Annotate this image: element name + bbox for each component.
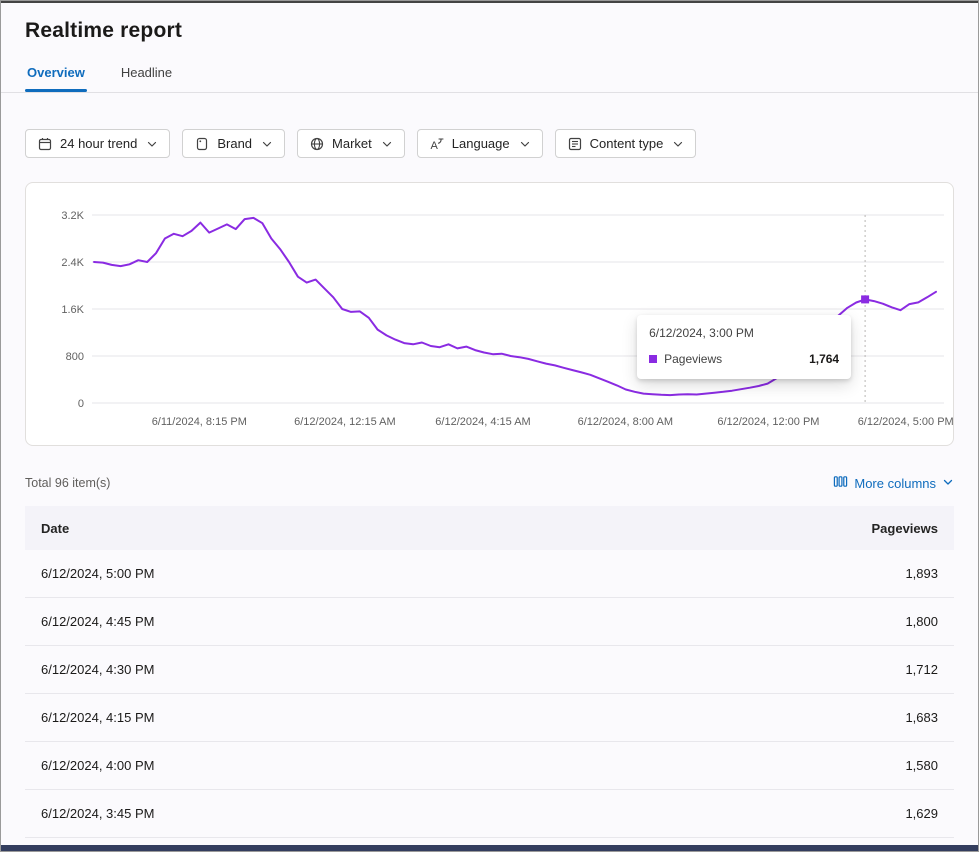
tooltip-timestamp: 6/12/2024, 3:00 PM [649, 326, 839, 340]
tooltip-value: 1,764 [809, 352, 839, 366]
cell-pageviews: 1,683 [905, 710, 938, 725]
chevron-down-icon [261, 138, 273, 150]
cell-date: 6/12/2024, 4:15 PM [41, 710, 154, 725]
chart-tooltip: 6/12/2024, 3:00 PM Pageviews 1,764 [637, 315, 851, 379]
table-row: 6/12/2024, 5:00 PM 1,893 [25, 550, 954, 598]
svg-text:6/11/2024, 8:15 PM: 6/11/2024, 8:15 PM [152, 416, 247, 428]
page-title: Realtime report [25, 3, 954, 43]
svg-text:2.4K: 2.4K [61, 257, 84, 269]
svg-text:6/12/2024, 12:00 PM: 6/12/2024, 12:00 PM [717, 416, 819, 428]
chevron-down-icon [146, 138, 158, 150]
table-row: 6/12/2024, 4:00 PM 1,580 [25, 742, 954, 790]
table-row: 6/12/2024, 4:15 PM 1,683 [25, 694, 954, 742]
svg-text:6/12/2024, 8:00 AM: 6/12/2024, 8:00 AM [578, 416, 673, 428]
filter-24-hour-trend[interactable]: 24 hour trend [25, 129, 170, 158]
filter-market-label: Market [332, 136, 372, 151]
trend-chart-card: 0 800 1.6K 2.4K 3.2K 6/11/2024, 8:15 PM 6/12/2… [25, 182, 954, 446]
filter-brand[interactable]: Brand [182, 129, 285, 158]
cell-date: 6/12/2024, 4:45 PM [41, 614, 154, 629]
cell-pageviews: 1,800 [905, 614, 938, 629]
tab-headline-label: Headline [121, 65, 172, 80]
filter-brand-label: Brand [217, 136, 252, 151]
columns-icon [833, 474, 848, 492]
pageviews-table: Date Pageviews 6/12/2024, 5:00 PM 1,893 … [1, 506, 978, 838]
brand-icon [194, 136, 210, 152]
svg-text:3.2K: 3.2K [61, 210, 84, 222]
column-header-pageviews: Pageviews [872, 521, 939, 536]
tooltip-series-label: Pageviews [664, 352, 722, 366]
series-swatch [649, 355, 657, 363]
filter-content-type-label: Content type [590, 136, 664, 151]
table-row: 6/12/2024, 4:45 PM 1,800 [25, 598, 954, 646]
filter-market[interactable]: Market [297, 129, 405, 158]
svg-text:1.6K: 1.6K [61, 304, 84, 316]
chevron-down-icon [519, 138, 531, 150]
cell-date: 6/12/2024, 4:00 PM [41, 758, 154, 773]
filter-24-hour-trend-label: 24 hour trend [60, 136, 137, 151]
table-header-row: Date Pageviews [25, 506, 954, 550]
more-columns-button[interactable]: More columns [833, 474, 954, 492]
cell-date: 6/12/2024, 3:45 PM [41, 806, 154, 821]
chevron-down-icon [942, 476, 954, 491]
filter-language-label: Language [452, 136, 510, 151]
chevron-down-icon [381, 138, 393, 150]
svg-text:800: 800 [66, 351, 84, 363]
table-row: 6/12/2024, 4:30 PM 1,712 [25, 646, 954, 694]
translate-icon: A [429, 136, 445, 152]
svg-text:A: A [430, 140, 438, 152]
filter-bar: 24 hour trend Brand Market A Language [1, 129, 978, 158]
tab-overview-label: Overview [27, 65, 85, 80]
table-toolbar: Total 96 item(s) More columns [1, 474, 978, 492]
tab-bar: Overview Headline [1, 57, 978, 93]
cell-pageviews: 1,712 [905, 662, 938, 677]
column-header-date: Date [41, 521, 69, 536]
cell-pageviews: 1,580 [905, 758, 938, 773]
window-bottom-edge [1, 845, 978, 851]
svg-text:6/12/2024, 5:00 PM: 6/12/2024, 5:00 PM [858, 416, 954, 428]
items-count: Total 96 item(s) [25, 476, 110, 490]
more-columns-label: More columns [854, 476, 936, 491]
filter-language[interactable]: A Language [417, 129, 543, 158]
tab-headline[interactable]: Headline [119, 57, 174, 92]
globe-icon [309, 136, 325, 152]
content-type-icon [567, 136, 583, 152]
table-row: 6/12/2024, 3:45 PM 1,629 [25, 790, 954, 838]
filter-content-type[interactable]: Content type [555, 129, 697, 158]
svg-text:6/12/2024, 4:15 AM: 6/12/2024, 4:15 AM [435, 416, 530, 428]
page-header: Realtime report [1, 3, 978, 43]
svg-text:0: 0 [78, 398, 84, 410]
cell-pageviews: 1,629 [905, 806, 938, 821]
svg-text:6/12/2024, 12:15 AM: 6/12/2024, 12:15 AM [294, 416, 396, 428]
cell-pageviews: 1,893 [905, 566, 938, 581]
cell-date: 6/12/2024, 5:00 PM [41, 566, 154, 581]
chevron-down-icon [672, 138, 684, 150]
cell-date: 6/12/2024, 4:30 PM [41, 662, 154, 677]
calendar-icon [37, 136, 53, 152]
tab-overview[interactable]: Overview [25, 57, 87, 92]
